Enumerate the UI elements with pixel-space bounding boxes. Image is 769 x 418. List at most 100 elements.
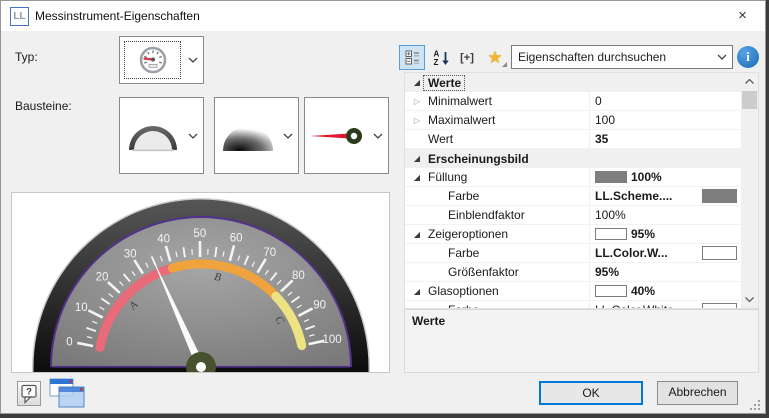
- property-grid-rows: ◢Werte▷Minimalwert0▷Maximalwert100Wert35…: [405, 73, 741, 308]
- property-search-combobox[interactable]: Eigenschaften durchsuchen: [511, 45, 733, 69]
- scrollbar-thumb[interactable]: [742, 91, 757, 109]
- property-value-cell[interactable]: LL.Scheme....: [589, 187, 741, 205]
- categorized-view-icon: [405, 50, 420, 65]
- vertical-scrollbar[interactable]: [741, 73, 758, 308]
- background-combobox[interactable]: [214, 97, 299, 174]
- search-input[interactable]: Eigenschaften durchsuchen: [518, 50, 666, 64]
- apply-to-windows-button[interactable]: [49, 378, 86, 409]
- info-button[interactable]: i: [737, 46, 759, 68]
- property-row[interactable]: ◢Füllung100%: [405, 168, 741, 187]
- close-icon: ×: [738, 7, 747, 24]
- gauge-tick-label: 70: [263, 247, 276, 259]
- property-value-cell[interactable]: 95%: [589, 263, 741, 281]
- property-value: LL.Color.W...: [595, 246, 668, 260]
- typ-combobox[interactable]: [119, 36, 204, 84]
- expanded-arrow-icon[interactable]: ◢: [410, 230, 424, 239]
- expand-all-button[interactable]: [+]: [455, 45, 479, 70]
- property-row[interactable]: FarbeLL.Scheme....: [405, 187, 741, 206]
- property-value-cell[interactable]: 100: [589, 111, 741, 129]
- expanded-arrow-icon[interactable]: ◢: [410, 173, 424, 182]
- property-value-cell[interactable]: 100%: [589, 206, 741, 224]
- gauge: 0102030405060708090100ABC: [12, 193, 389, 372]
- gauge-tick-label: 90: [313, 300, 326, 312]
- titlebar: LL Messinstrument-Eigenschaften ×: [1, 1, 765, 31]
- property-value-cell[interactable]: 95%: [589, 225, 741, 243]
- app-icon-ll: LL: [10, 7, 29, 26]
- property-description-panel: Werte: [404, 309, 759, 373]
- frame-combobox[interactable]: [119, 97, 204, 174]
- property-value: 0: [595, 94, 602, 108]
- gauge-tick-label: 40: [157, 233, 170, 245]
- expanded-arrow-icon[interactable]: ◢: [410, 78, 424, 87]
- typ-label: Typ:: [15, 50, 38, 64]
- property-row[interactable]: ▷Minimalwert0: [405, 92, 741, 111]
- property-category-row[interactable]: ◢Werte: [405, 73, 741, 92]
- ok-button[interactable]: OK: [539, 381, 643, 405]
- collapsed-arrow-icon[interactable]: ▷: [410, 116, 424, 125]
- background-preview-icon: [218, 101, 277, 170]
- property-grid: ◢Werte▷Minimalwert0▷Maximalwert100Wert35…: [404, 72, 759, 309]
- sort-alphabetical-button[interactable]: A Z: [429, 45, 453, 70]
- property-row[interactable]: FarbeLL.Color.White: [405, 301, 741, 308]
- property-value-cell[interactable]: 40%: [589, 282, 741, 300]
- favorites-button[interactable]: ★: [482, 45, 508, 70]
- categorized-view-button[interactable]: [399, 45, 425, 70]
- resize-grip[interactable]: [750, 400, 761, 411]
- property-value: 35: [595, 132, 608, 146]
- gauge-tick-label: 100: [322, 334, 341, 346]
- info-icon: i: [746, 49, 750, 64]
- collapsed-arrow-icon[interactable]: ▷: [410, 97, 424, 106]
- cancel-button[interactable]: Abbrechen: [657, 381, 738, 405]
- cascade-windows-icon: [49, 378, 86, 409]
- description-title: Werte: [412, 314, 445, 328]
- expanded-arrow-icon[interactable]: ◢: [410, 287, 424, 296]
- frame-preview-icon: [123, 101, 182, 170]
- scroll-up-button[interactable]: [741, 73, 758, 90]
- property-value-cell[interactable]: 0: [589, 92, 741, 110]
- property-name: Zeigeroptionen: [424, 227, 589, 241]
- property-value: 100%: [595, 208, 626, 222]
- help-icon: ?: [20, 384, 38, 404]
- gauge-tick-label: 10: [75, 302, 88, 314]
- close-button[interactable]: ×: [720, 1, 765, 30]
- property-name: Werte: [424, 76, 464, 90]
- screen: LL Messinstrument-Eigenschaften × Typ:: [0, 0, 769, 418]
- property-name: Maximalwert: [424, 113, 589, 127]
- property-row[interactable]: ◢Zeigeroptionen95%: [405, 225, 741, 244]
- gauge-tick-label: 80: [292, 270, 305, 282]
- property-value: 40%: [631, 284, 655, 298]
- chevron-down-icon: [283, 133, 293, 139]
- property-value-cell[interactable]: LL.Color.W...: [589, 244, 741, 262]
- gauge-tick-label: 20: [96, 272, 109, 284]
- property-value-cell[interactable]: 100%: [589, 168, 741, 186]
- gauge-type-icon: [138, 45, 168, 75]
- property-value: 100: [595, 113, 615, 127]
- property-value-cell[interactable]: 35: [589, 130, 741, 148]
- chevron-down-icon: [373, 133, 383, 139]
- property-row[interactable]: Wert 35: [405, 130, 741, 149]
- property-row[interactable]: ▷Maximalwert 100: [405, 111, 741, 130]
- property-category-row[interactable]: ◢Erscheinungsbild: [405, 149, 741, 168]
- bausteine-label: Bausteine:: [15, 99, 72, 113]
- property-name: Größenfaktor: [424, 265, 589, 279]
- gauge-hub-center: [196, 362, 206, 372]
- property-row[interactable]: FarbeLL.Color.W...: [405, 244, 741, 263]
- expanded-arrow-icon[interactable]: ◢: [410, 154, 424, 163]
- svg-text:Z: Z: [433, 58, 438, 66]
- gauge-tick-label: 50: [193, 228, 206, 240]
- property-row[interactable]: Einblendfaktor100%: [405, 206, 741, 225]
- color-swatch: [595, 228, 627, 240]
- chevron-up-icon: [745, 79, 754, 84]
- sort-az-icon: A Z: [433, 49, 450, 66]
- property-row[interactable]: Größenfaktor95%: [405, 263, 741, 282]
- scroll-down-button[interactable]: [741, 291, 758, 308]
- color-swatch: [595, 285, 627, 297]
- dialog-messinstrument-eigenschaften: LL Messinstrument-Eigenschaften × Typ:: [0, 0, 766, 414]
- help-button[interactable]: ?: [17, 381, 41, 406]
- chevron-down-icon: [717, 54, 727, 60]
- property-row[interactable]: ◢Glasoptionen40%: [405, 282, 741, 301]
- property-value-cell[interactable]: LL.Color.White: [589, 301, 741, 308]
- needle-combobox[interactable]: [304, 97, 389, 174]
- property-name: Wert: [424, 132, 589, 146]
- color-swatch: [595, 171, 627, 183]
